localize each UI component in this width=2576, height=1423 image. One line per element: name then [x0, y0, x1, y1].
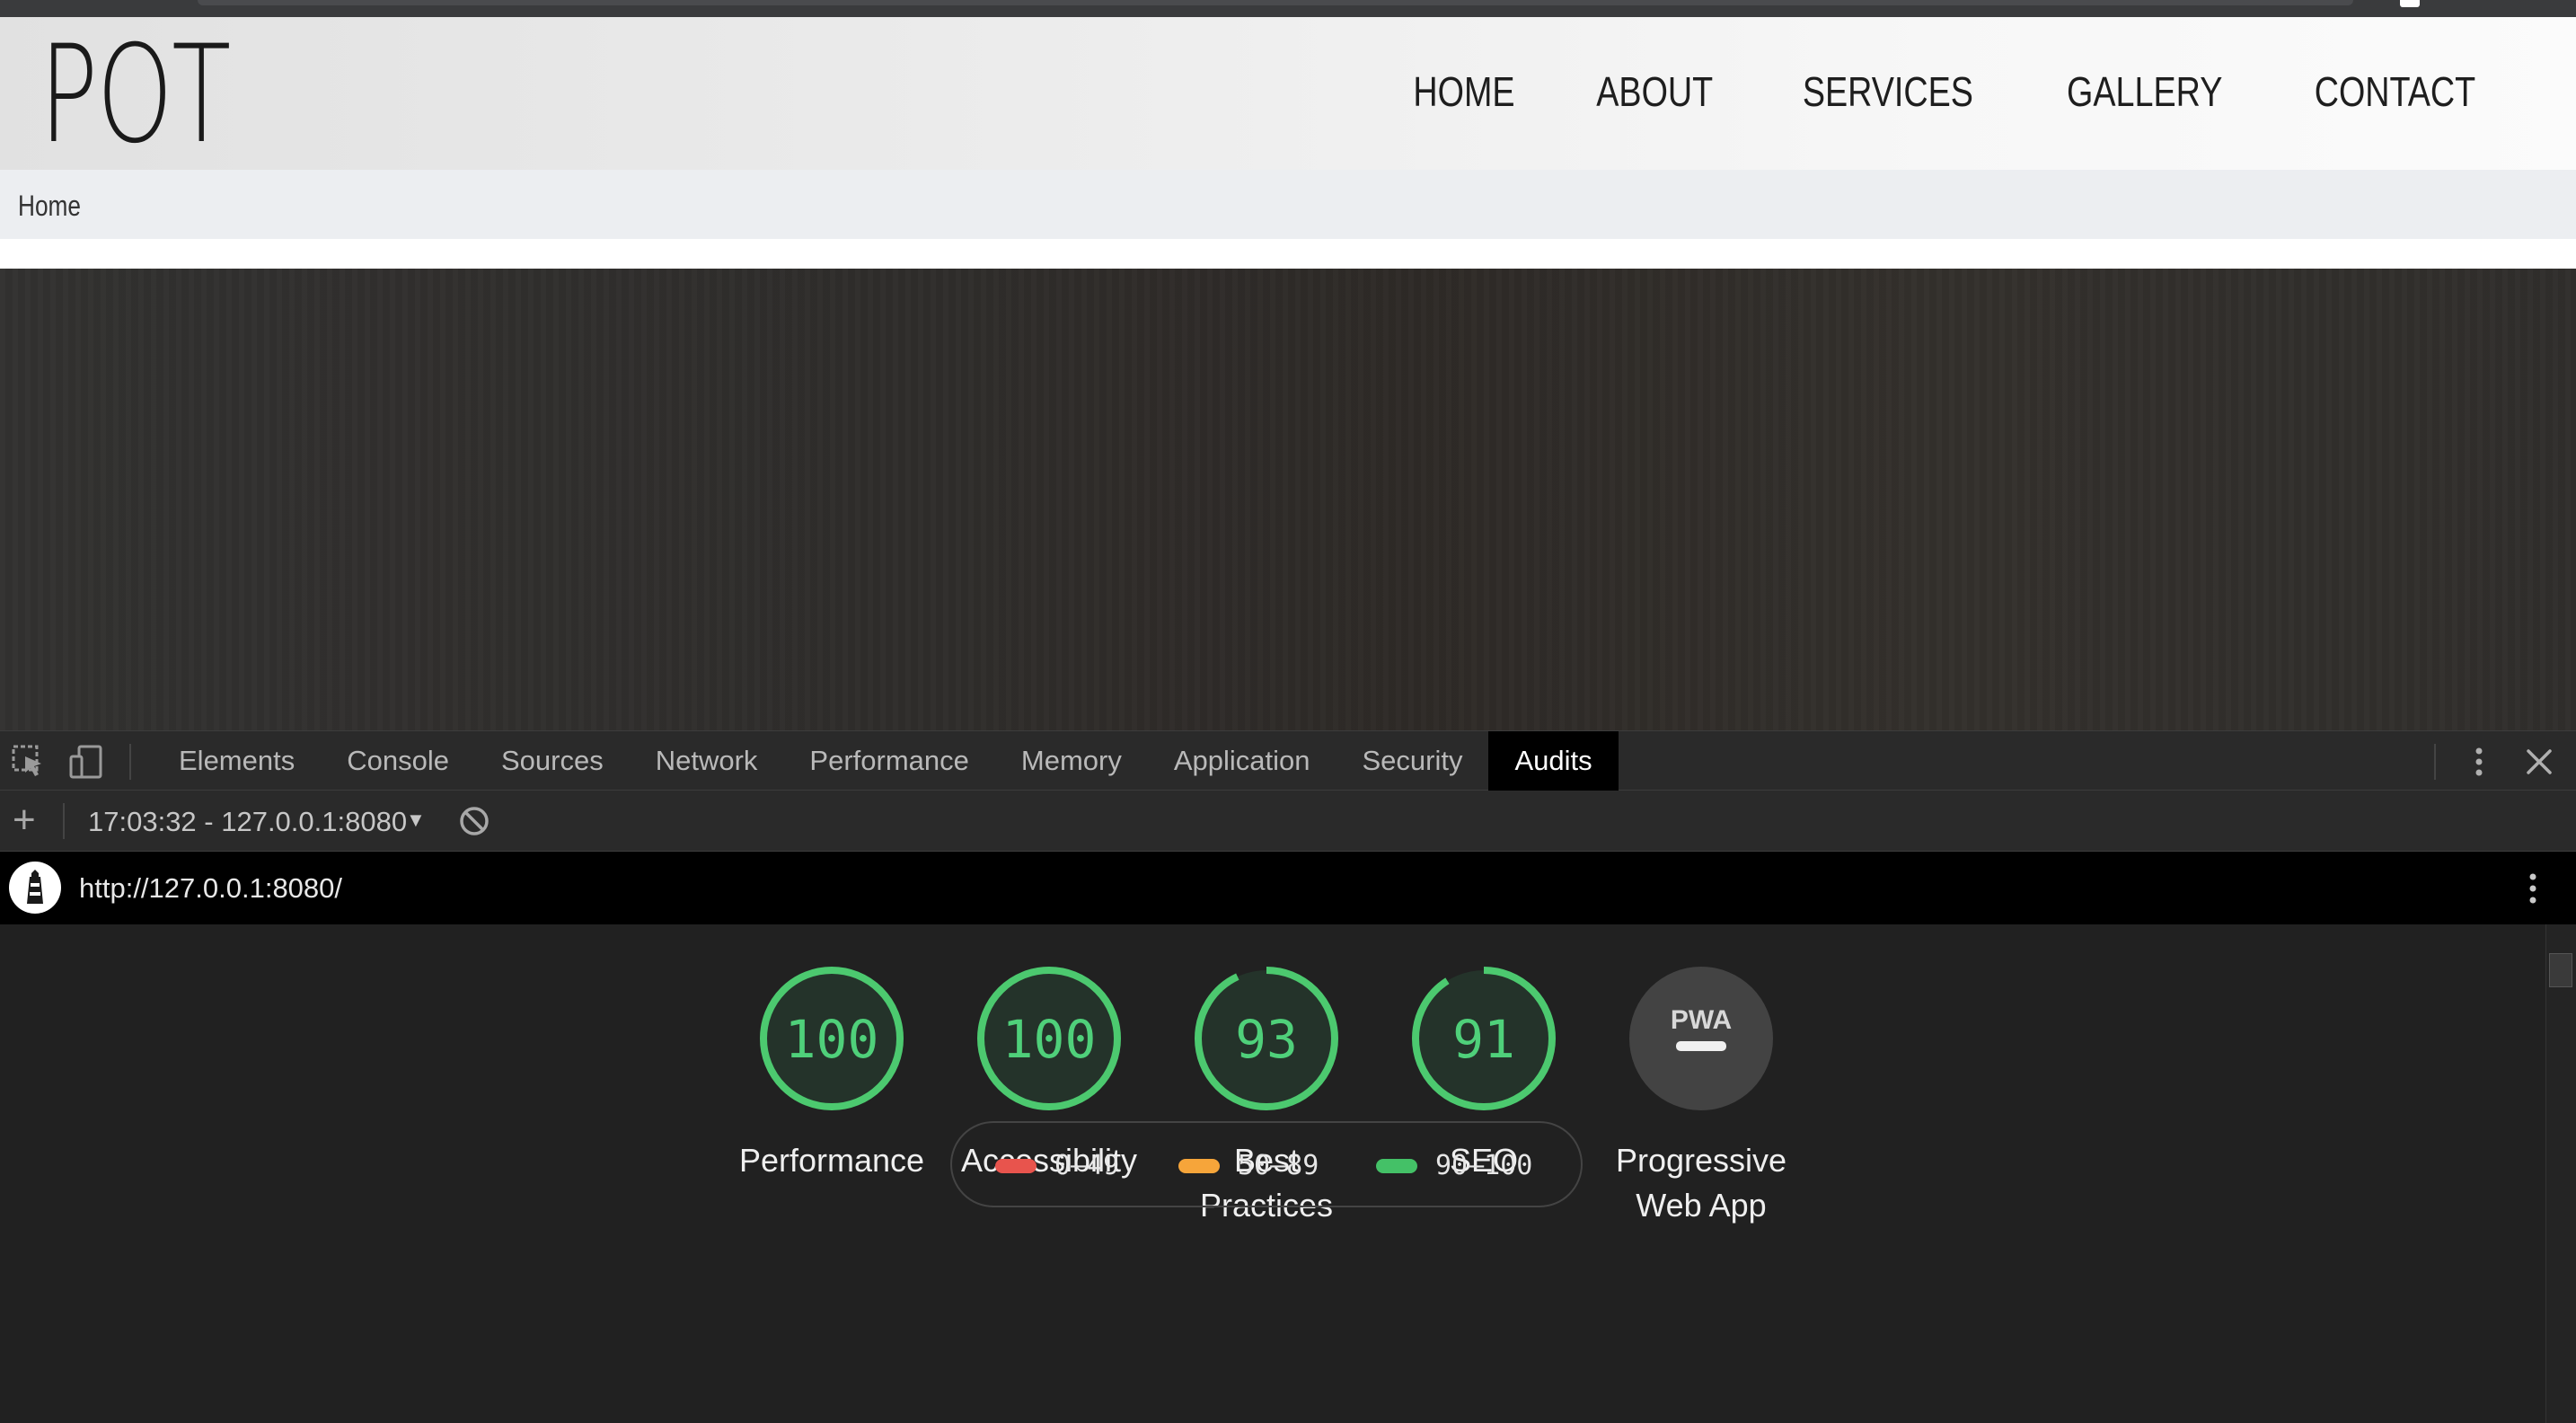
gauge-label: Progressive Web App	[1602, 1138, 1800, 1228]
gauge-score: 100	[1002, 1009, 1097, 1070]
nav-contact[interactable]: CONTACT	[2315, 67, 2476, 116]
toolbar-divider	[129, 744, 131, 780]
legend-item-fail: 0–49	[995, 1150, 1119, 1181]
more-options-icon[interactable]	[2466, 744, 2492, 784]
report-url-bar: http://127.0.0.1:8080/	[0, 852, 2576, 924]
report-session-select[interactable]: 17:03:32 - 127.0.0.1:8080	[88, 806, 407, 838]
legend-range: 0–49	[1054, 1150, 1120, 1181]
gauge-label-line: Web App	[1636, 1187, 1767, 1224]
audit-report: 100 Performance 100 Accessibility 93 Bes…	[0, 924, 2545, 1423]
gauge-pwa[interactable]: PWA Progressive Web App	[1602, 964, 1800, 1228]
tab-network[interactable]: Network	[630, 731, 784, 791]
gauge-ring: 91	[1412, 967, 1556, 1110]
tab-performance[interactable]: Performance	[783, 731, 994, 791]
report-more-options-icon[interactable]	[2520, 870, 2545, 912]
device-toolbar-icon[interactable]	[68, 744, 104, 780]
page-viewport: POT HOME ABOUT SERVICES GALLERY CONTACT …	[0, 0, 2576, 730]
devtools-panel: Elements Console Sources Network Perform…	[0, 730, 2576, 1423]
gauge-label-line: Progressive	[1615, 1142, 1787, 1179]
tab-application[interactable]: Application	[1148, 731, 1337, 791]
site-header: POT HOME ABOUT SERVICES GALLERY CONTACT	[0, 17, 2576, 170]
legend-swatch	[995, 1158, 1037, 1173]
tab-sources[interactable]: Sources	[475, 731, 630, 791]
close-icon[interactable]	[2524, 747, 2554, 782]
nav-about[interactable]: ABOUT	[1597, 67, 1714, 116]
tab-console[interactable]: Console	[321, 731, 475, 791]
extension-icon[interactable]	[2400, 0, 2420, 7]
breadcrumb-home[interactable]: Home	[18, 190, 81, 223]
tab-memory[interactable]: Memory	[995, 731, 1148, 791]
legend-range: 90–100	[1435, 1150, 1533, 1181]
audits-toolbar: + 17:03:32 - 127.0.0.1:8080 ▼	[0, 791, 2576, 852]
browser-top-strip	[0, 0, 2576, 17]
legend-swatch	[1178, 1158, 1220, 1173]
gauge-ring: 93	[1195, 967, 1338, 1110]
block-icon[interactable]	[458, 805, 490, 837]
tab-audits[interactable]: Audits	[1488, 731, 1619, 791]
legend-swatch	[1376, 1158, 1417, 1173]
chevron-down-icon[interactable]: ▼	[406, 809, 426, 832]
toolbar-divider	[63, 803, 65, 839]
gauge-ring: 100	[977, 967, 1121, 1110]
tab-security[interactable]: Security	[1337, 731, 1489, 791]
hero-banner	[0, 269, 2576, 730]
gauge-label-line: Performance	[738, 1142, 925, 1179]
main-nav: HOME ABOUT SERVICES GALLERY CONTACT	[1402, 67, 2493, 116]
plus-icon[interactable]: +	[13, 798, 36, 843]
gauge-performance[interactable]: 100 Performance	[733, 964, 931, 1183]
legend-item-average: 50–89	[1178, 1150, 1319, 1181]
lighthouse-icon	[9, 862, 61, 914]
gauge-score: 100	[785, 1009, 879, 1070]
report-scrollbar-thumb[interactable]	[2549, 953, 2572, 987]
inspect-element-icon[interactable]	[11, 744, 47, 780]
devtools-tabbar: Elements Console Sources Network Perform…	[0, 730, 2576, 791]
gauge-score: 93	[1235, 1009, 1298, 1070]
tab-elements[interactable]: Elements	[153, 731, 321, 791]
breadcrumb: Home	[0, 170, 2576, 239]
report-url[interactable]: http://127.0.0.1:8080/	[79, 872, 342, 905]
address-strip	[198, 0, 2353, 5]
pwa-badge-text: PWA	[1671, 1005, 1732, 1035]
nav-services[interactable]: SERVICES	[1803, 67, 1973, 116]
legend-item-pass: 90–100	[1376, 1150, 1532, 1181]
gauge-score: 91	[1452, 1009, 1515, 1070]
site-logo[interactable]: POT	[40, 28, 231, 163]
toolbar-divider	[2434, 744, 2436, 780]
legend-range: 50–89	[1238, 1150, 1319, 1181]
gauge-label: Performance	[733, 1138, 931, 1183]
score-legend: 0–49 50–89 90–100	[950, 1121, 1583, 1207]
report-scrollbar[interactable]	[2545, 924, 2576, 1423]
gauge-ring: 100	[760, 967, 904, 1110]
pwa-dash-icon	[1676, 1041, 1726, 1051]
nav-home[interactable]: HOME	[1414, 67, 1515, 116]
pwa-badge: PWA	[1629, 967, 1773, 1110]
devtools-tabs: Elements Console Sources Network Perform…	[153, 731, 1619, 791]
nav-gallery[interactable]: GALLERY	[2067, 67, 2222, 116]
